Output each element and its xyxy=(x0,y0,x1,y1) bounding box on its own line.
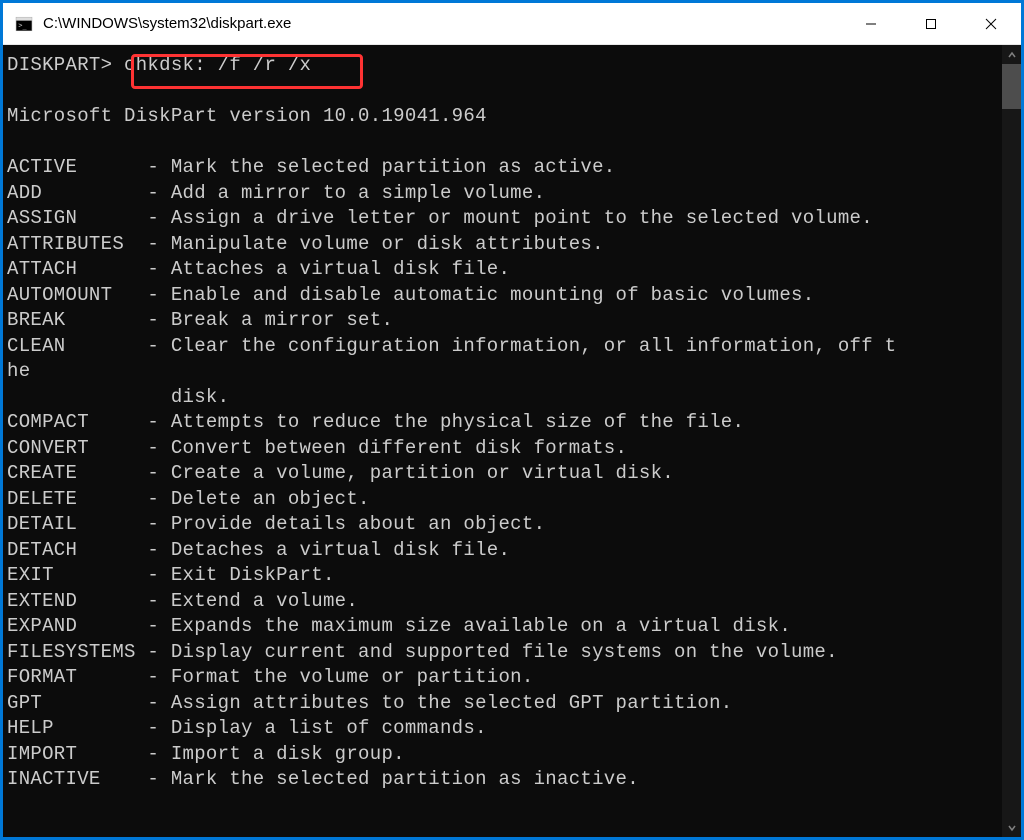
prompt-text: DISKPART> xyxy=(7,54,112,76)
close-button[interactable] xyxy=(961,3,1021,44)
scroll-down-button[interactable] xyxy=(1002,818,1021,837)
scroll-up-button[interactable] xyxy=(1002,45,1021,64)
vertical-scrollbar[interactable] xyxy=(1002,45,1021,837)
scrollbar-thumb[interactable] xyxy=(1002,64,1021,109)
window-controls xyxy=(841,3,1021,44)
version-text: Microsoft DiskPart version 10.0.19041.96… xyxy=(7,105,487,127)
window-title: C:\WINDOWS\system32\diskpart.exe xyxy=(43,15,841,32)
app-window: >_ C:\WINDOWS\system32\diskpart.exe DISK… xyxy=(3,3,1021,837)
terminal-output[interactable]: DISKPART> chkdsk: /f /r /x Microsoft Dis… xyxy=(3,45,1021,837)
svg-text:>_: >_ xyxy=(18,21,27,29)
terminal-container: DISKPART> chkdsk: /f /r /x Microsoft Dis… xyxy=(3,45,1021,837)
scrollbar-track[interactable] xyxy=(1002,64,1021,818)
app-icon: >_ xyxy=(15,15,33,33)
minimize-button[interactable] xyxy=(841,3,901,44)
titlebar: >_ C:\WINDOWS\system32\diskpart.exe xyxy=(3,3,1021,45)
command-text: chkdsk: /f /r /x xyxy=(124,54,311,76)
commands-list: ACTIVE - Mark the selected partition as … xyxy=(7,156,896,790)
maximize-button[interactable] xyxy=(901,3,961,44)
